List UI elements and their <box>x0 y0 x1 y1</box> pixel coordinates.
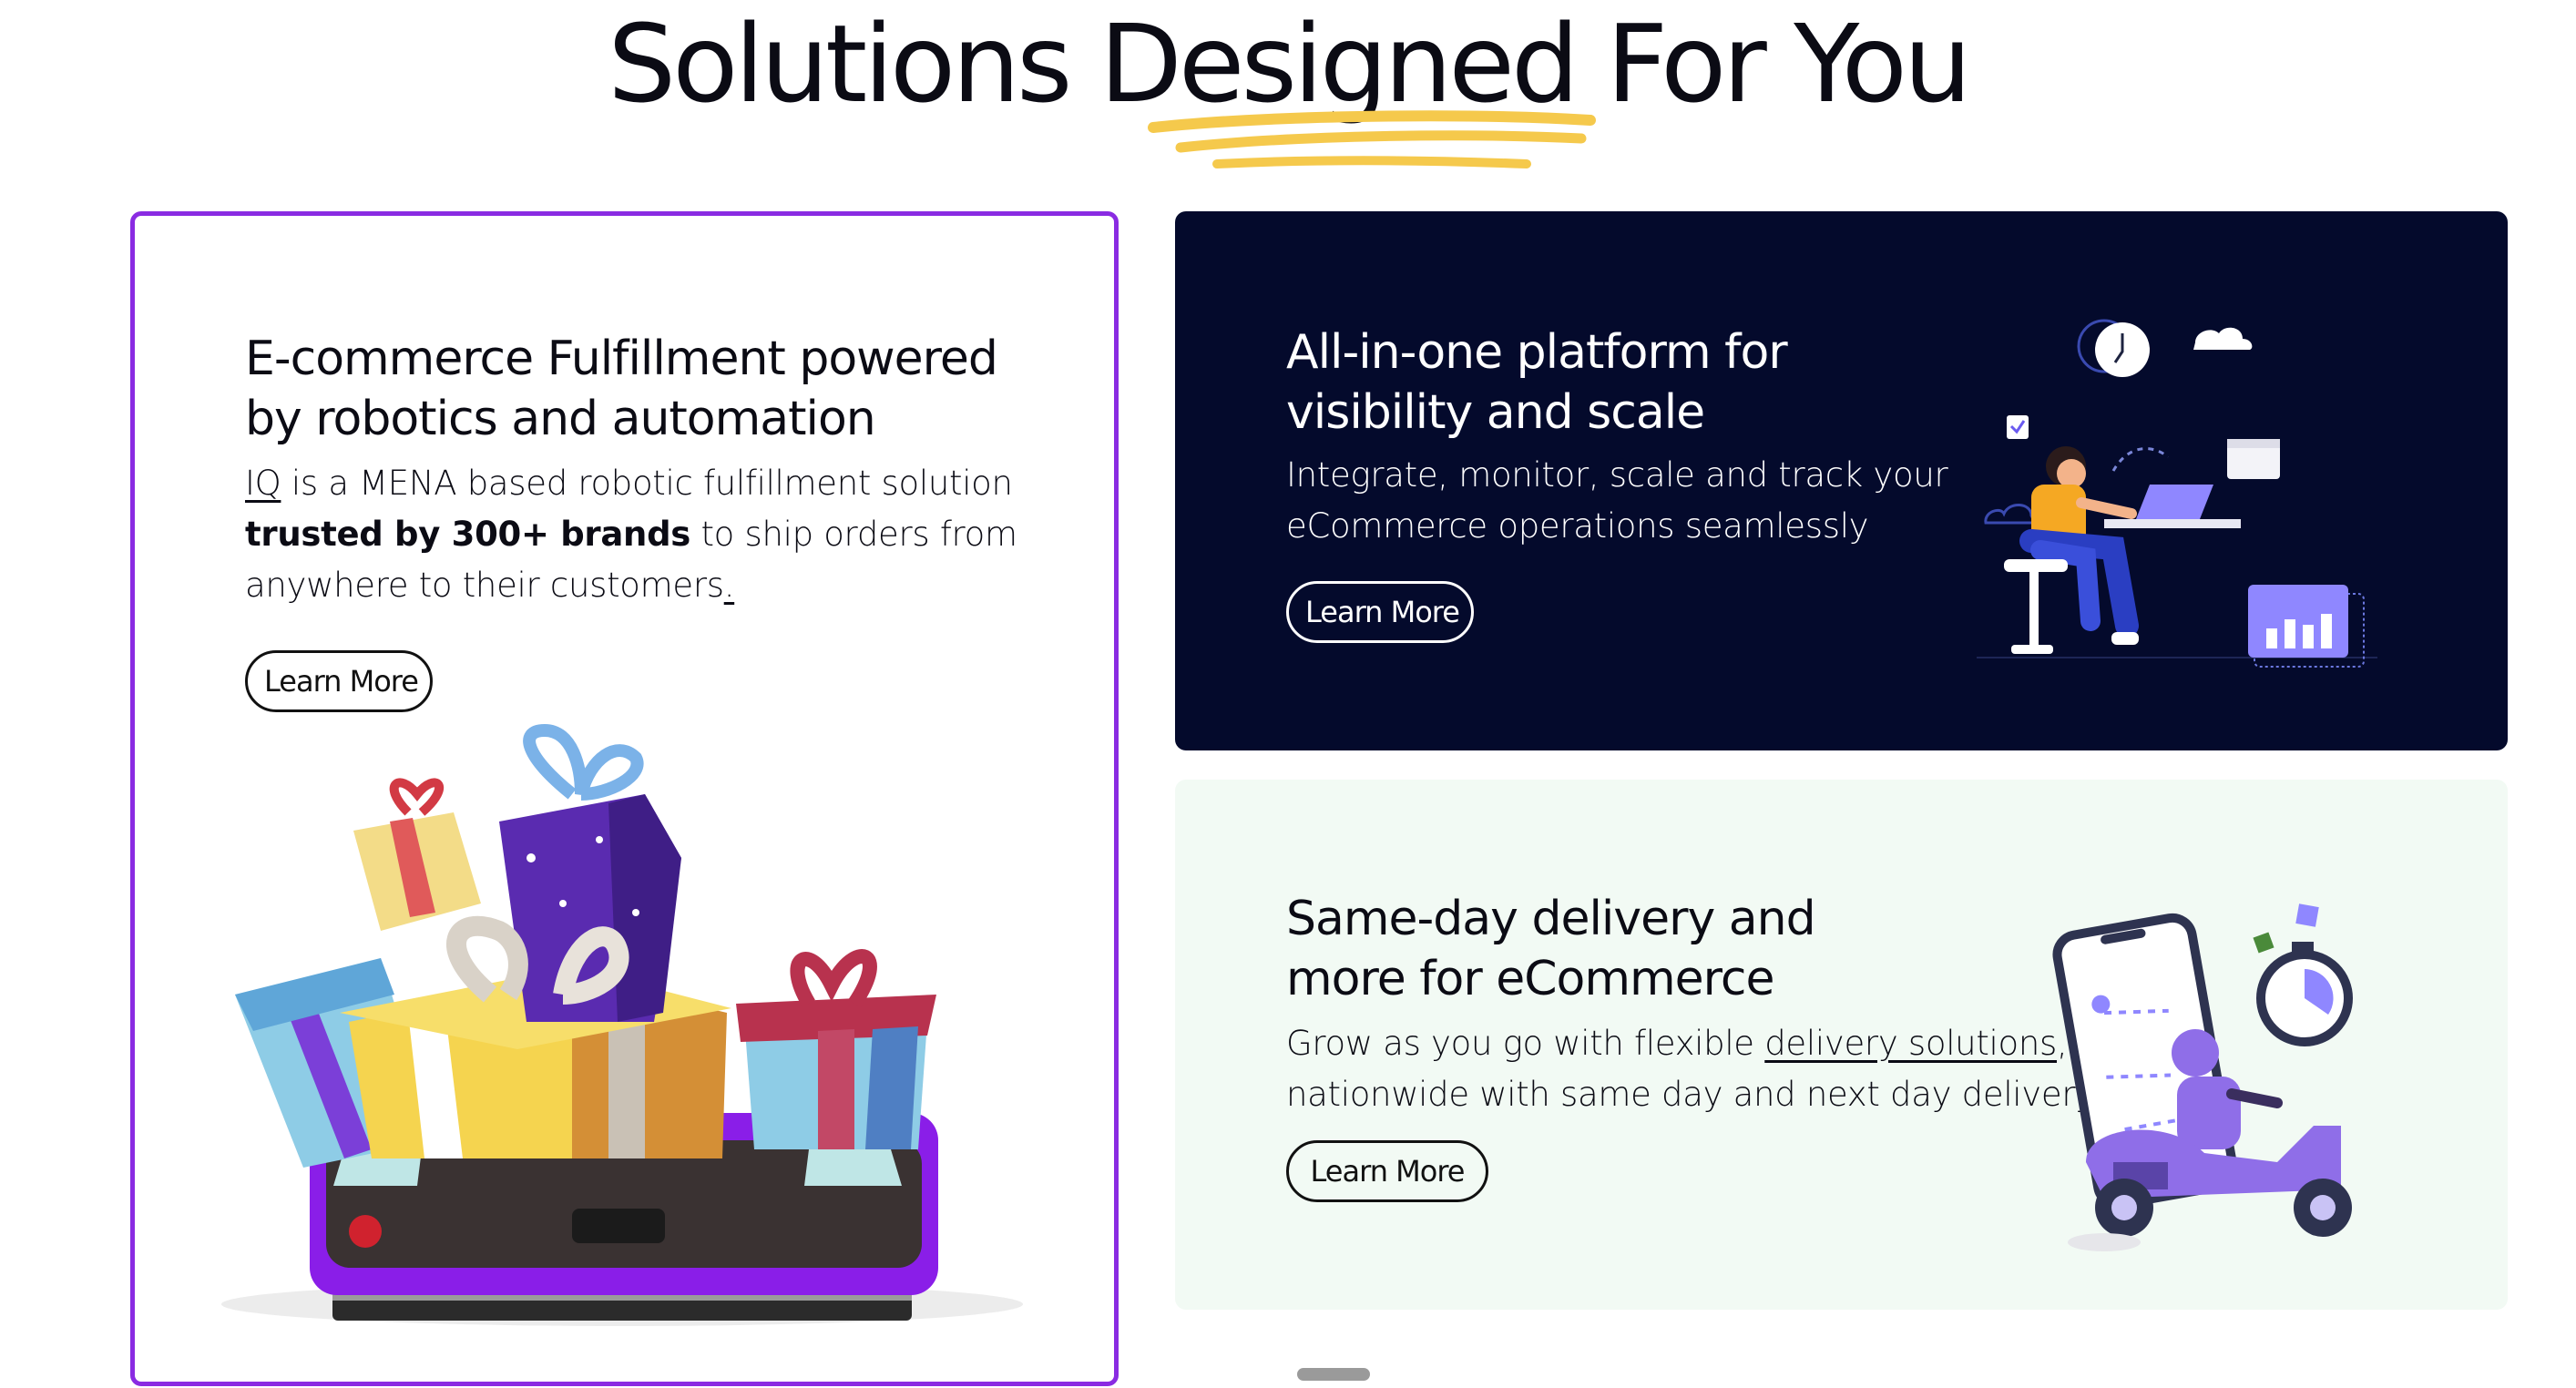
fulfillment-learn-more-button[interactable]: Learn More <box>245 650 433 712</box>
iq-link[interactable]: IQ <box>245 464 281 503</box>
delivery-learn-more-button[interactable]: Learn More <box>1286 1140 1488 1202</box>
gift-boxes-on-robot-icon <box>221 723 1023 1326</box>
fulfillment-description: IQ is a MENA based robotic fulfillment s… <box>245 464 1017 605</box>
delivery-heading: Same-day delivery and more for eCommerce <box>1286 892 1816 1006</box>
platform-heading: All-in-one platform for visibility and s… <box>1286 325 1788 440</box>
platform-learn-more-button[interactable]: Learn More <box>1286 581 1474 643</box>
fulfillment-card: E-commerce Fulfillment powered by roboti… <box>130 211 1119 1386</box>
person-at-laptop-icon <box>1977 319 2377 668</box>
trusted-brands-text: trusted by 300+ brands <box>245 515 690 554</box>
delivery-card: Same-day delivery and more for eCommerce… <box>1175 780 2508 1310</box>
platform-card: All-in-one platform for visibility and s… <box>1175 211 2508 750</box>
delivery-solutions-link[interactable]: delivery solutions <box>1764 1024 2057 1063</box>
scribble-underline-icon <box>1148 110 1596 168</box>
fulfillment-heading: E-commerce Fulfillment powered by roboti… <box>245 332 998 446</box>
period-link[interactable]: . <box>724 566 735 605</box>
platform-description: Integrate, monitor, scale and track your… <box>1286 455 1948 546</box>
carousel-indicator[interactable] <box>1297 1368 1370 1381</box>
scooter-delivery-icon <box>2052 903 2353 1251</box>
delivery-description: Grow as you go with flexible delivery so… <box>1286 1024 2101 1114</box>
